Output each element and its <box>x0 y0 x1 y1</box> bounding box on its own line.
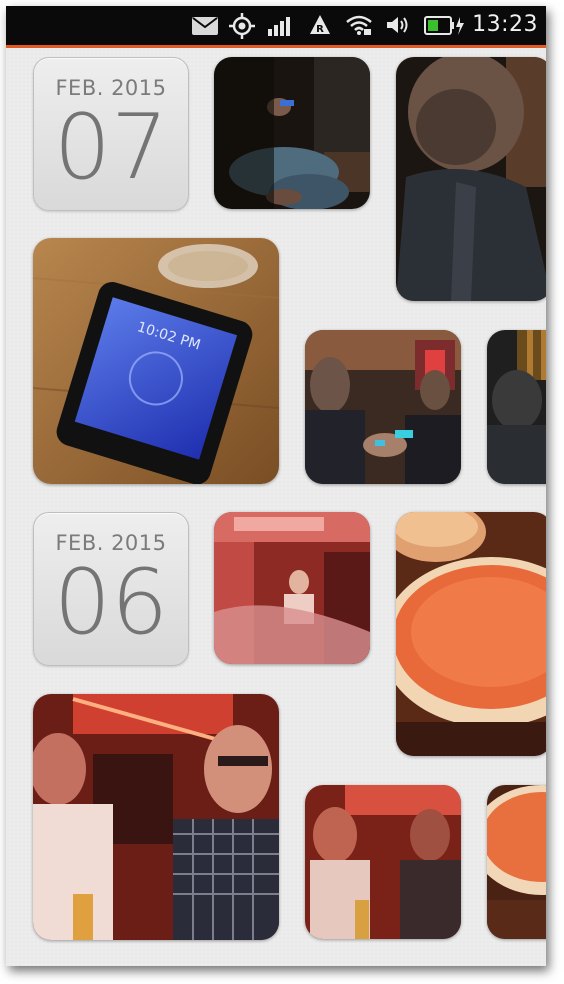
signal-icon <box>268 16 294 36</box>
mail-icon <box>192 17 218 35</box>
date-day: 06 <box>53 550 169 655</box>
photo-dark-interior[interactable] <box>487 330 546 484</box>
phone-screen: R 13:23 FEB. 2015 07 10:02 PM FEB. 2015 … <box>6 6 546 966</box>
location-icon <box>229 13 255 39</box>
clock-time: 13:23 <box>472 12 538 37</box>
photo-pizza-plate[interactable] <box>396 512 546 756</box>
date-header-feb-06: FEB. 2015 06 <box>33 512 189 666</box>
svg-text:R: R <box>316 24 324 35</box>
photo-blurry-people[interactable] <box>305 785 461 939</box>
volume-icon <box>386 15 412 35</box>
photo-red-restaurant[interactable] <box>214 512 370 664</box>
battery-icon <box>424 15 466 37</box>
wifi-icon <box>345 14 373 36</box>
roaming-icon: R <box>309 14 331 36</box>
photo-man-profile[interactable] <box>396 57 546 301</box>
photo-phone-on-table[interactable]: 10:02 PM <box>33 238 279 484</box>
date-day: 07 <box>53 95 169 200</box>
status-bar[interactable]: R 13:23 <box>6 6 546 45</box>
photo-people-red-light[interactable] <box>33 694 279 940</box>
photo-friends-with-phones[interactable] <box>305 330 461 484</box>
photo-timeline[interactable]: FEB. 2015 07 10:02 PM FEB. 2015 06 <box>6 48 546 966</box>
photo-hands-with-phone[interactable] <box>214 57 370 209</box>
date-header-feb-07: FEB. 2015 07 <box>33 57 189 211</box>
photo-pizza-closeup[interactable] <box>487 785 546 939</box>
